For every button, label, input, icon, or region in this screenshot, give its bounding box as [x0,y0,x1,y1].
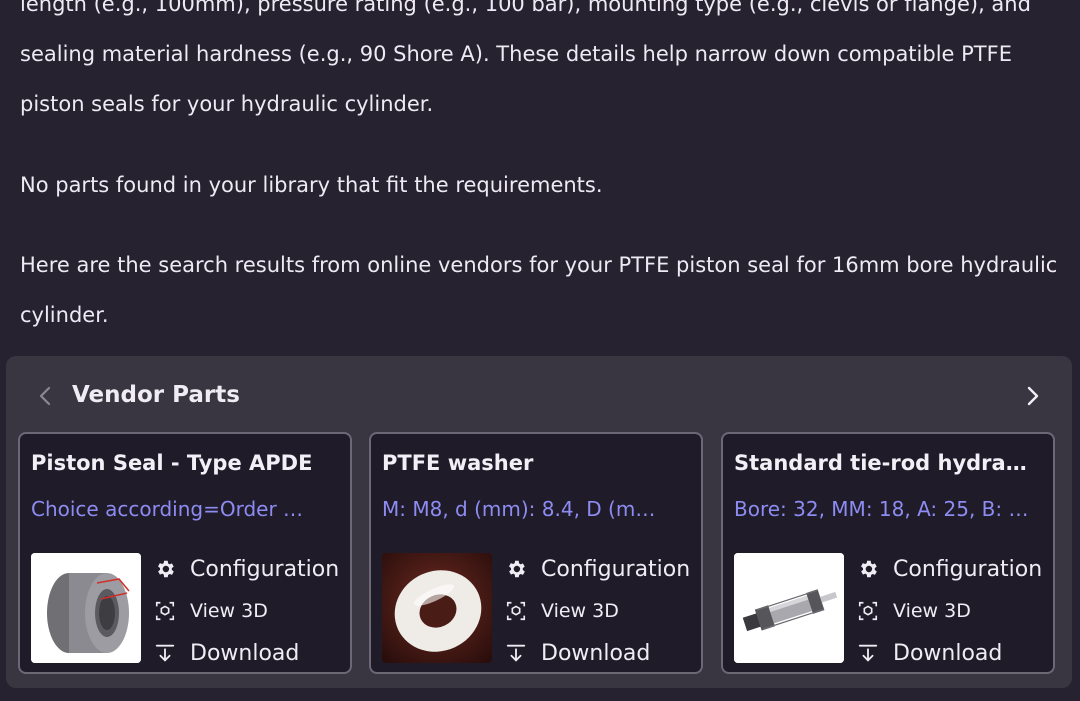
part-title[interactable]: PTFE washer [382,448,682,478]
hydraulic-cylinder-image [734,553,844,663]
gear-icon [505,558,527,580]
view-3d-button[interactable]: View 3D [857,590,1053,632]
cube-3d-icon [154,600,176,622]
white-ptfe-washer-image [382,553,492,663]
view-3d-label: View 3D [541,600,619,622]
download-label: Download [893,640,1003,666]
chevron-left-icon[interactable] [36,384,56,408]
vendor-part-card[interactable]: Piston Seal - Type APDE Choice according… [18,432,352,674]
vendor-parts-panel: Vendor Parts Piston Seal - Type APDE Cho… [6,356,1072,688]
vendor-panel-title: Vendor Parts [72,382,240,408]
configuration-button[interactable]: Configuration [154,548,350,590]
part-specs: M: M8, d (mm): 8.4, D (m… [382,497,656,521]
download-label: Download [541,640,651,666]
part-specs: Choice according=Order … [31,497,304,521]
configuration-button[interactable]: Configuration [857,548,1053,590]
vendor-part-card[interactable]: Standard tie-rod hydrauli… Bore: 32, MM:… [721,432,1055,674]
piston-seal-ring-image [31,553,141,663]
message-paragraph: Here are the search results from online … [20,253,1058,327]
configuration-label: Configuration [190,556,340,582]
message-paragraph: No parts found in your library that fit … [20,173,603,197]
gear-icon [154,558,176,580]
download-icon [154,642,176,664]
cube-3d-icon [505,600,527,622]
vendor-panel-header: Vendor Parts [6,356,1072,434]
download-label: Download [190,640,300,666]
download-icon [505,642,527,664]
download-button[interactable]: Download [857,632,1053,672]
configuration-label: Configuration [541,556,691,582]
part-specs: Bore: 32, MM: 18, A: 25, B: … [734,497,1029,521]
cube-3d-icon [857,600,879,622]
view-3d-label: View 3D [893,600,971,622]
part-actions: Configuration View 3D Download [154,548,350,672]
part-title[interactable]: Piston Seal - Type APDE [31,448,331,478]
vendor-part-card[interactable]: PTFE washer M: M8, d (mm): 8.4, D (m… Co… [369,432,703,674]
configuration-label: Configuration [893,556,1043,582]
download-button[interactable]: Download [505,632,701,672]
gear-icon [857,558,879,580]
view-3d-button[interactable]: View 3D [154,590,350,632]
configuration-button[interactable]: Configuration [505,548,701,590]
chevron-right-icon[interactable] [1022,384,1042,408]
view-3d-button[interactable]: View 3D [505,590,701,632]
part-title[interactable]: Standard tie-rod hydrauli… [734,448,1034,478]
view-3d-label: View 3D [190,600,268,622]
download-icon [857,642,879,664]
chat-message: length (e.g., 100mm), pressure rating (e… [0,0,1080,701]
part-actions: Configuration View 3D Download [505,548,701,672]
download-button[interactable]: Download [154,632,350,672]
part-actions: Configuration View 3D Download [857,548,1053,672]
message-paragraph: length (e.g., 100mm), pressure rating (e… [20,0,1031,116]
